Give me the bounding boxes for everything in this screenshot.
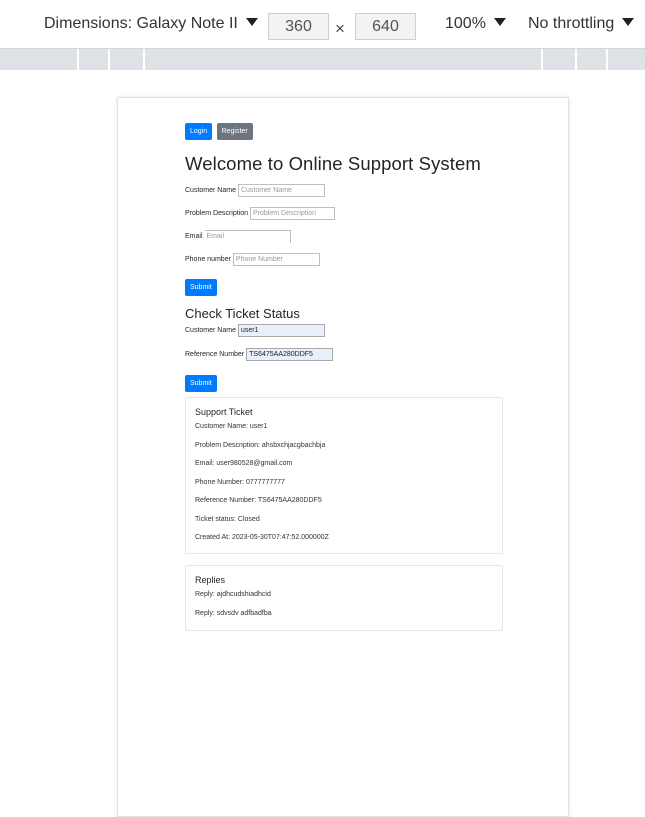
chevron-down-icon	[622, 17, 635, 26]
problem-description-input[interactable]: Problem Description	[250, 207, 336, 220]
status-customer-name-label: Customer Name	[185, 327, 236, 334]
throttling-dropdown[interactable]: No throttling	[528, 15, 635, 33]
check-status-button[interactable]: Submit	[185, 375, 217, 392]
reference-number-label: Reference Number	[185, 351, 245, 358]
page-title: Welcome to Online Support System	[185, 153, 481, 174]
check-status-title: Check Ticket Status	[185, 306, 300, 321]
reference-number-input[interactable]: TS6475AA280DDF5	[246, 348, 334, 361]
problem-description-label: Problem Description	[185, 210, 249, 217]
submit-ticket-button[interactable]: Submit	[185, 279, 217, 296]
times-label: ×	[335, 19, 345, 38]
nav-buttons: Login Register	[185, 120, 503, 140]
height-input[interactable]: 640	[355, 13, 416, 40]
ticket-reference-number: Reference Number: TS6475AA280DDF5	[195, 497, 322, 504]
zoom-label: 100%	[445, 15, 486, 32]
ruler-divider	[143, 49, 145, 70]
emulated-page: Login Register Welcome to Online Support…	[117, 97, 569, 817]
width-input[interactable]: 360	[268, 13, 329, 40]
status-customer-name-input[interactable]: user1	[237, 324, 325, 337]
form-row: Customer Name Customer Name	[185, 184, 503, 197]
login-button[interactable]: Login	[185, 123, 213, 140]
device-toolbar: Dimensions: Galaxy Note II 360 × 640 100…	[0, 0, 645, 49]
customer-name-input[interactable]: Customer Name	[237, 184, 325, 197]
reply-item: Reply: sdvsdv adfbadfba	[195, 609, 272, 617]
submit-row: Submit	[185, 276, 503, 296]
ruler-divider	[108, 49, 110, 70]
ticket-customer-name: Customer Name: user1	[195, 423, 268, 430]
submit-row: Submit	[185, 372, 503, 392]
device-viewport: Login Register Welcome to Online Support…	[0, 70, 645, 817]
phone-number-input[interactable]: Phone Number	[232, 253, 320, 266]
ticket-email: Email: user980528@gmail.com	[195, 460, 293, 467]
email-label: Email	[185, 233, 203, 240]
email-input[interactable]: Email	[204, 230, 291, 243]
reply-item: Reply: ajdhcudshiadhcid	[195, 591, 271, 598]
zoom-dropdown[interactable]: 100%	[445, 15, 506, 33]
media-query-bar[interactable]	[0, 49, 645, 70]
dimensions-label: Dimensions: Galaxy Note II	[44, 15, 238, 32]
ruler-divider	[606, 49, 608, 70]
page-content: Login Register Welcome to Online Support…	[185, 120, 503, 392]
customer-name-label: Customer Name	[185, 187, 236, 194]
form-row: Reference Number TS6475AA280DDF5	[185, 348, 503, 361]
chevron-down-icon	[245, 17, 258, 26]
form-row: Phone number Phone Number	[185, 253, 503, 266]
phone-number-label: Phone number	[185, 256, 231, 263]
replies-title: Replies	[195, 575, 226, 585]
ticket-phone-number: Phone Number: 0777777777	[195, 478, 285, 486]
ticket-status: Ticket status: Closed	[195, 515, 260, 523]
chevron-down-icon	[493, 17, 506, 26]
support-form: Customer Name Customer Name Problem Desc…	[185, 184, 503, 296]
ticket-problem-description: Problem Description: ahsbxchjacgbachbja	[195, 441, 326, 449]
form-row: Problem Description Problem Description	[185, 207, 503, 220]
form-row: Customer Name user1	[185, 324, 503, 337]
ruler-divider	[77, 49, 79, 70]
ruler-divider	[575, 49, 577, 70]
register-button[interactable]: Register	[216, 123, 253, 140]
ruler-divider	[541, 49, 543, 70]
form-row: Email Email	[185, 230, 503, 243]
status-form: Customer Name user1 Reference Number TS6…	[185, 324, 503, 392]
replies-card: Replies Reply: ajdhcudshiadhcid Reply: s…	[185, 565, 503, 631]
support-ticket-card: Support Ticket Customer Name: user1 Prob…	[185, 397, 503, 554]
ticket-created-at: Created At: 2023-05-30T07:47:52.000000Z	[195, 534, 329, 541]
dimensions-dropdown[interactable]: Dimensions: Galaxy Note II	[44, 15, 258, 33]
throttling-label: No throttling	[528, 15, 615, 32]
ticket-card-title: Support Ticket	[195, 407, 253, 417]
